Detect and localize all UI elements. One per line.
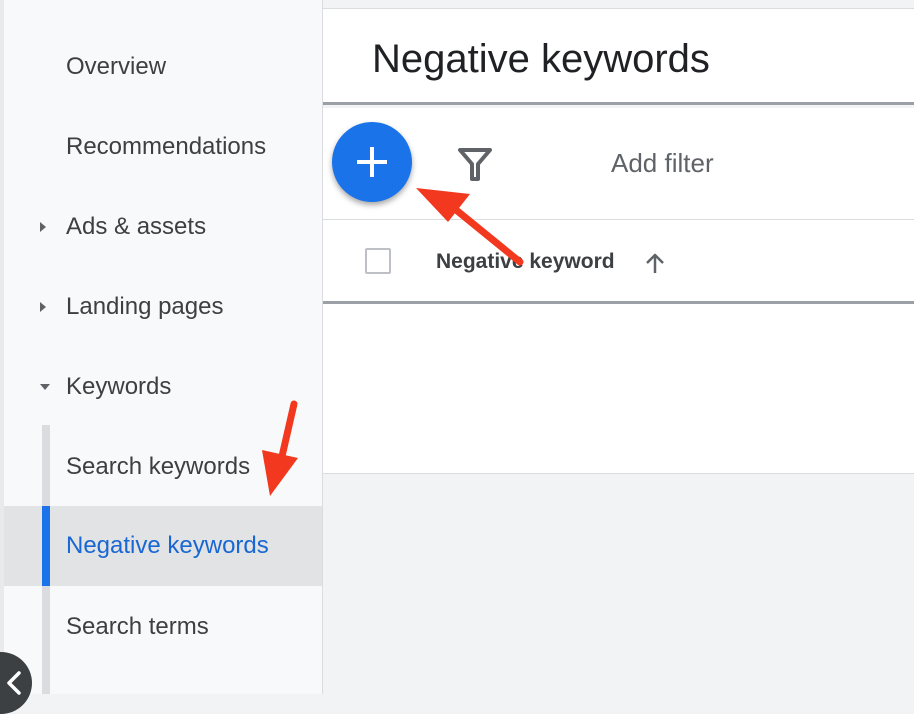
active-indicator (42, 506, 50, 586)
filter-icon[interactable] (457, 146, 493, 182)
sidebar: Overview Recommendations Ads & assets La… (4, 0, 323, 694)
caret-down-icon (40, 384, 50, 390)
sidebar-item-overview[interactable]: Overview (4, 27, 322, 107)
add-filter-button[interactable]: Add filter (611, 148, 714, 179)
sidebar-item-label: Landing pages (66, 293, 224, 320)
column-header-negative-keyword[interactable]: Negative keyword (436, 250, 615, 274)
page-title: Negative keywords (372, 37, 710, 81)
caret-right-icon (40, 222, 46, 232)
plus-icon (357, 147, 387, 177)
select-all-checkbox[interactable] (365, 248, 391, 274)
sidebar-item-label: Search keywords (66, 453, 251, 480)
sidebar-item-label: Ads & assets (66, 213, 207, 240)
sidebar-item-recommendations[interactable]: Recommendations (4, 107, 322, 187)
sidebar-item-ads-assets[interactable]: Ads & assets (4, 187, 322, 267)
sidebar-item-label: Search terms (66, 613, 209, 640)
sidebar-item-search-keywords[interactable]: Search keywords (4, 427, 322, 507)
sidebar-item-label: Keywords (66, 373, 172, 400)
chevron-left-icon (7, 671, 21, 695)
toolbar: Add filter (323, 108, 914, 220)
sidebar-item-keywords[interactable]: Keywords (4, 347, 322, 427)
table-body (323, 304, 914, 474)
sidebar-item-negative-keywords[interactable]: Negative keywords (4, 506, 322, 586)
caret-right-icon (40, 302, 46, 312)
table-header-row: Negative keyword (323, 220, 914, 304)
sort-ascending-icon[interactable] (643, 251, 667, 275)
main-panel: Negative keywords Add filter Negative ke… (323, 0, 914, 694)
sidebar-item-label: Recommendations (66, 133, 267, 160)
page-header: Negative keywords (323, 9, 914, 105)
sidebar-item-landing-pages[interactable]: Landing pages (4, 267, 322, 347)
add-negative-keyword-button[interactable] (332, 122, 412, 202)
sidebar-item-label: Negative keywords (66, 532, 269, 559)
sidebar-item-search-terms[interactable]: Search terms (4, 587, 322, 667)
sidebar-item-label: Overview (66, 53, 167, 80)
